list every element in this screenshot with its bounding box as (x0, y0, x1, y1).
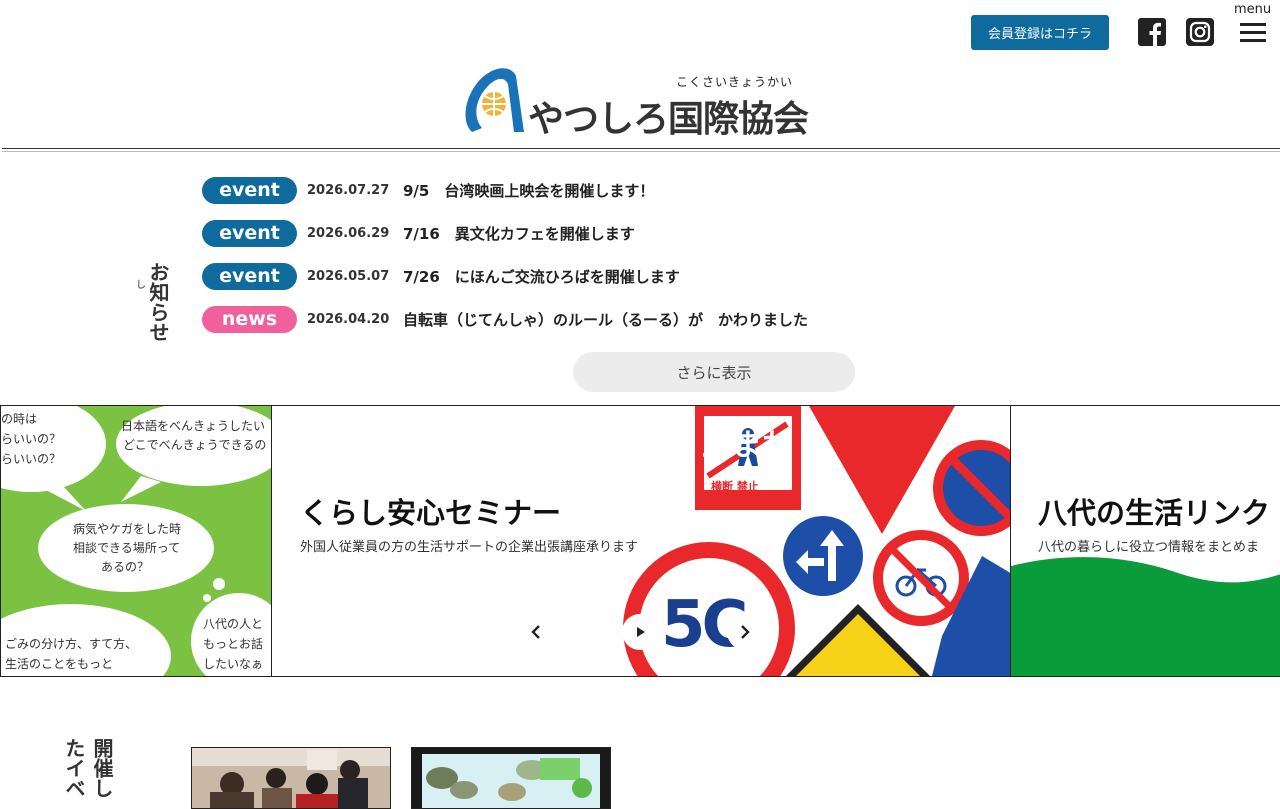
menu-label: menu (1234, 2, 1272, 17)
past-events-heading: 開催したイベ (62, 738, 116, 800)
slide-title: 八代の生活リンク (1038, 496, 1271, 530)
event-photo-image (192, 748, 390, 808)
facebook-icon[interactable] (1138, 18, 1166, 46)
no-crossing-sign-text: 横断 禁止 (711, 480, 759, 493)
news-tag: news (202, 305, 297, 333)
event-tag: event (202, 219, 297, 247)
news-item[interactable]: event 2026.05.07 7/26 にほんご交流ひろばを開催します (202, 262, 680, 290)
carousel-slide-next[interactable]: 八代の生活リンク 八代の暮らしに役立つ情報をまとめま (1010, 405, 1280, 677)
site-logo[interactable]: こくさいきょうかい やつしろ国際協会 (460, 62, 830, 140)
show-more-button[interactable]: さらに表示 (573, 352, 855, 392)
news-date: 2026.05.07 (307, 268, 390, 284)
news-date: 2026.06.29 (307, 225, 390, 241)
chevron-left-icon (531, 625, 540, 639)
news-item[interactable]: event 2026.06.29 7/16 異文化カフェを開催します (202, 219, 635, 247)
event-tag: event (202, 176, 297, 204)
logo-reading: こくさいきょうかい (676, 75, 794, 89)
event-tag: event (202, 262, 297, 290)
bubble-text: あるの？ (101, 560, 150, 574)
news-date: 2026.07.27 (307, 182, 390, 198)
hamburger-icon (1240, 23, 1266, 26)
bubble-text: もっとお話 (203, 637, 264, 651)
bubble-text: 病気やケガをした時 (73, 522, 182, 536)
bubble-text: 日本語をべんきょうしたい (121, 419, 266, 433)
stop-sign-text: 止まれ (702, 428, 792, 463)
past-events-heading-text: 開催したイベ (62, 738, 114, 798)
play-icon (637, 627, 645, 637)
event-slide-image (412, 748, 610, 808)
bubble-text: らいいの？ (1, 452, 62, 466)
news-title[interactable]: 7/16 異文化カフェを開催します (403, 223, 635, 244)
chevron-right-icon (741, 625, 750, 639)
carousel-next-button[interactable] (727, 614, 763, 650)
bubble-text: 八代の人と (203, 617, 264, 631)
news-heading-ruby: し (136, 280, 146, 291)
news-heading-text: お知らせ (146, 262, 170, 342)
news-title[interactable]: 9/5 台湾映画上映会を開催します！ (403, 180, 654, 201)
news-title[interactable]: 7/26 にほんご交流ひろばを開催します (403, 266, 680, 287)
instagram-icon[interactable] (1186, 18, 1214, 46)
slide-title: くらし安心セミナー (300, 496, 562, 530)
logo-name: やつしろ国際協会 (528, 99, 809, 140)
news-title[interactable]: 自転車（じてんしゃ）のルール（るーる）が かわりました (403, 309, 808, 330)
hamburger-icon-bar (1240, 31, 1266, 34)
bubble-text: したいなぁ (203, 657, 264, 671)
hamburger-icon-bar (1240, 39, 1266, 42)
bubble-text: の時は (1, 412, 38, 426)
bubble-text: 生活のことをもっと (5, 657, 114, 671)
news-item[interactable]: event 2026.07.27 9/5 台湾映画上映会を開催します！ (202, 176, 654, 204)
bubble-text: どこでべんきょうできるの (123, 438, 267, 452)
bubble-text: らいいの？ (1, 432, 62, 446)
news-item[interactable]: news 2026.04.20 自転車（じてんしゃ）のルール（るーる）が かわり… (202, 305, 808, 333)
news-heading: お知らせ (145, 262, 171, 342)
carousel-play-button[interactable] (622, 614, 658, 650)
slide-subtitle: 八代の暮らしに役立つ情報をまとめま (1038, 540, 1260, 555)
news-date: 2026.04.20 (307, 311, 390, 327)
logo-mark-icon (465, 68, 524, 132)
header-divider-shadow (2, 151, 1280, 152)
carousel-slide-prev[interactable]: の時は らいいの？ らいいの？ 日本語をべんきょうしたい どこでべんきょうできる… (0, 405, 272, 677)
hamburger-menu-button[interactable]: menu (1232, 2, 1276, 46)
bubble-text: 相談できる場所って (73, 541, 181, 555)
carousel-prev-button[interactable] (518, 614, 554, 650)
feature-carousel[interactable]: の時は らいいの？ らいいの？ 日本語をべんきょうしたい どこでべんきょうできる… (0, 405, 1280, 677)
member-register-button[interactable]: 会員登録はコチラ (971, 15, 1109, 50)
bubble-text: ごみの分け方、すて方、 (5, 637, 138, 651)
slide-subtitle: 外国人従業員の方の生活サポートの企業出張講座承ります (300, 540, 639, 555)
header-divider (2, 148, 1280, 149)
